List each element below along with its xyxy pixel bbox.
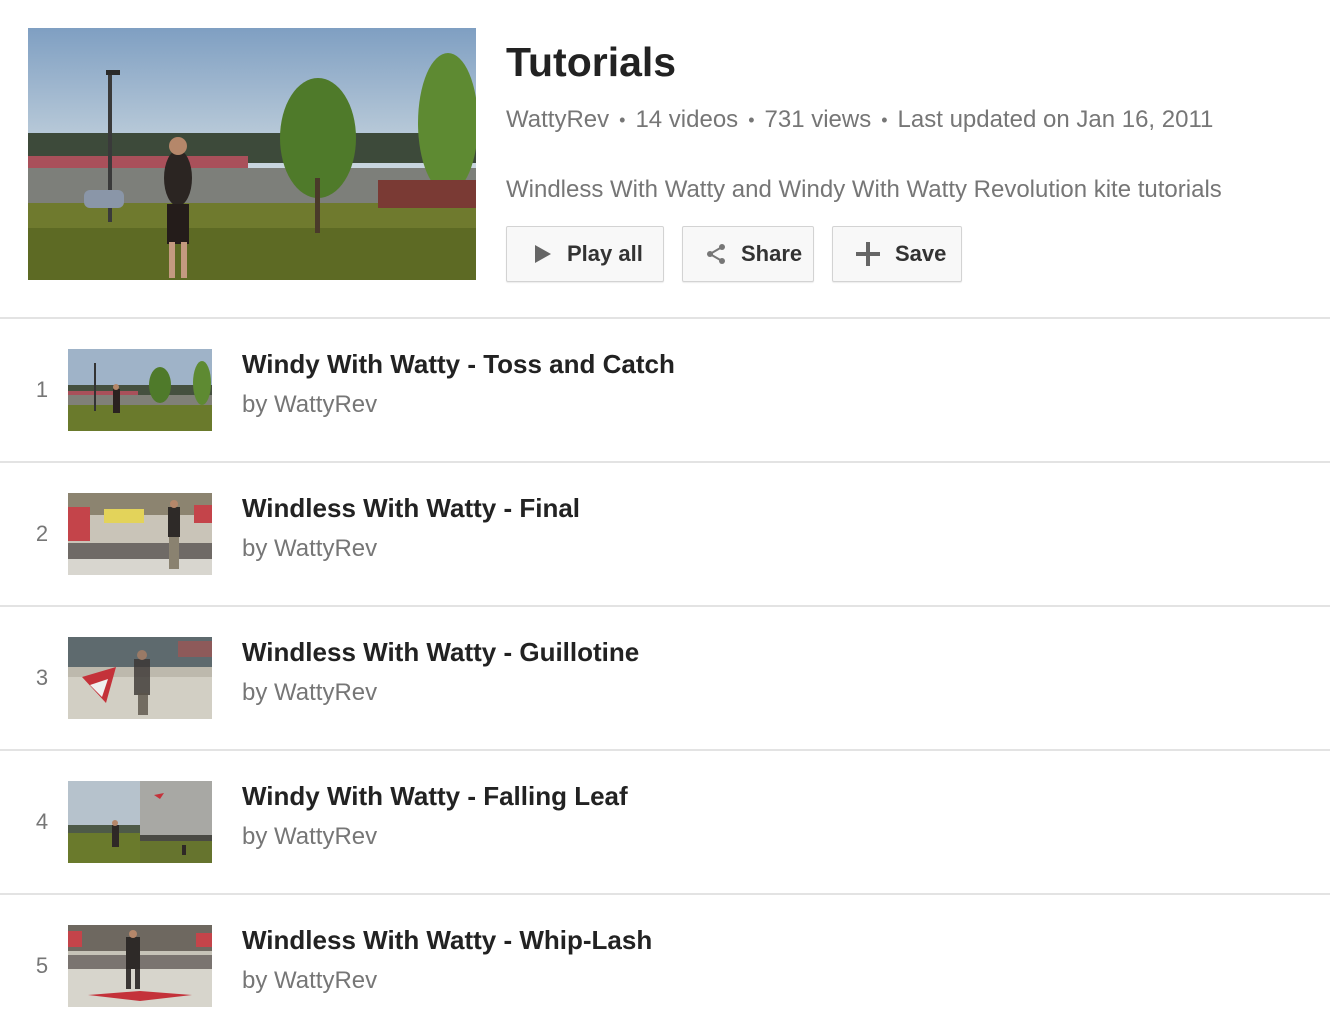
play-all-label: Play all (567, 241, 643, 266)
video-thumbnail-image (68, 781, 212, 863)
save-label: Save (895, 241, 947, 266)
video-row[interactable]: 3 Windless With Watty - Guillotine by Wa… (0, 607, 1330, 751)
view-count: 731 views (764, 106, 872, 133)
video-title[interactable]: Windless With Watty - Guillotine (242, 635, 639, 669)
video-index: 2 (35, 521, 49, 546)
video-thumbnail-image (68, 637, 212, 719)
video-index: 1 (35, 377, 49, 402)
play-all-button[interactable]: Play all (506, 226, 664, 282)
video-thumbnail-image (68, 349, 212, 431)
video-thumbnail[interactable] (68, 493, 212, 575)
video-title[interactable]: Windless With Watty - Final (242, 491, 580, 525)
playlist-owner-link[interactable]: WattyRev (506, 104, 609, 136)
share-button[interactable]: Share (682, 226, 814, 282)
playlist-description: Windless With Watty and Windy With Watty… (506, 176, 1222, 203)
playlist-thumbnail-image (28, 28, 476, 280)
video-byline[interactable]: by WattyRev (242, 389, 377, 421)
video-index: 3 (35, 665, 49, 690)
last-updated: Last updated on Jan 16, 2011 (897, 106, 1214, 133)
video-byline[interactable]: by WattyRev (242, 677, 377, 709)
plus-icon (855, 241, 881, 267)
video-list: 1 Windy With Watty - Toss and Catch by W… (0, 319, 1330, 1014)
video-index: 5 (35, 953, 49, 978)
share-icon (705, 243, 727, 265)
video-byline[interactable]: by WattyRev (242, 965, 377, 997)
share-label: Share (741, 241, 803, 266)
video-index: 4 (35, 809, 49, 834)
separator-dot: • (619, 110, 626, 130)
playlist-stats: WattyRev • 14 videos • 731 views • Last … (506, 104, 1310, 136)
video-title[interactable]: Windy With Watty - Falling Leaf (242, 779, 628, 813)
video-count: 14 videos (635, 106, 739, 133)
playlist-header: Tutorials WattyRev • 14 videos • 731 vie… (0, 0, 1330, 319)
video-row[interactable]: 5 Windless With Watty - Whip-Lash by Wat… (0, 895, 1330, 1014)
video-thumbnail-image (68, 493, 212, 575)
video-thumbnail-image (68, 925, 212, 1007)
video-byline[interactable]: by WattyRev (242, 821, 377, 853)
separator-dot: • (748, 110, 755, 130)
save-button[interactable]: Save (832, 226, 962, 282)
video-thumbnail[interactable] (68, 925, 212, 1007)
video-row[interactable]: 2 Windless With Watty - Final by WattyRe… (0, 463, 1330, 607)
video-title[interactable]: Windless With Watty - Whip-Lash (242, 923, 652, 957)
playlist-actions: Play all Share Save (506, 226, 962, 282)
separator-dot: • (881, 110, 888, 130)
video-row[interactable]: 1 Windy With Watty - Toss and Catch by W… (0, 319, 1330, 463)
playlist-meta: Tutorials WattyRev • 14 videos • 731 vie… (506, 36, 1310, 206)
video-byline[interactable]: by WattyRev (242, 533, 377, 565)
video-thumbnail[interactable] (68, 637, 212, 719)
video-row[interactable]: 4 Windy With Watty - Falling Leaf by Wat… (0, 751, 1330, 895)
video-title[interactable]: Windy With Watty - Toss and Catch (242, 347, 675, 381)
playlist-title: Tutorials (506, 39, 677, 85)
video-thumbnail[interactable] (68, 349, 212, 431)
video-thumbnail[interactable] (68, 781, 212, 863)
playlist-thumbnail[interactable] (28, 28, 476, 280)
play-icon (533, 243, 553, 265)
